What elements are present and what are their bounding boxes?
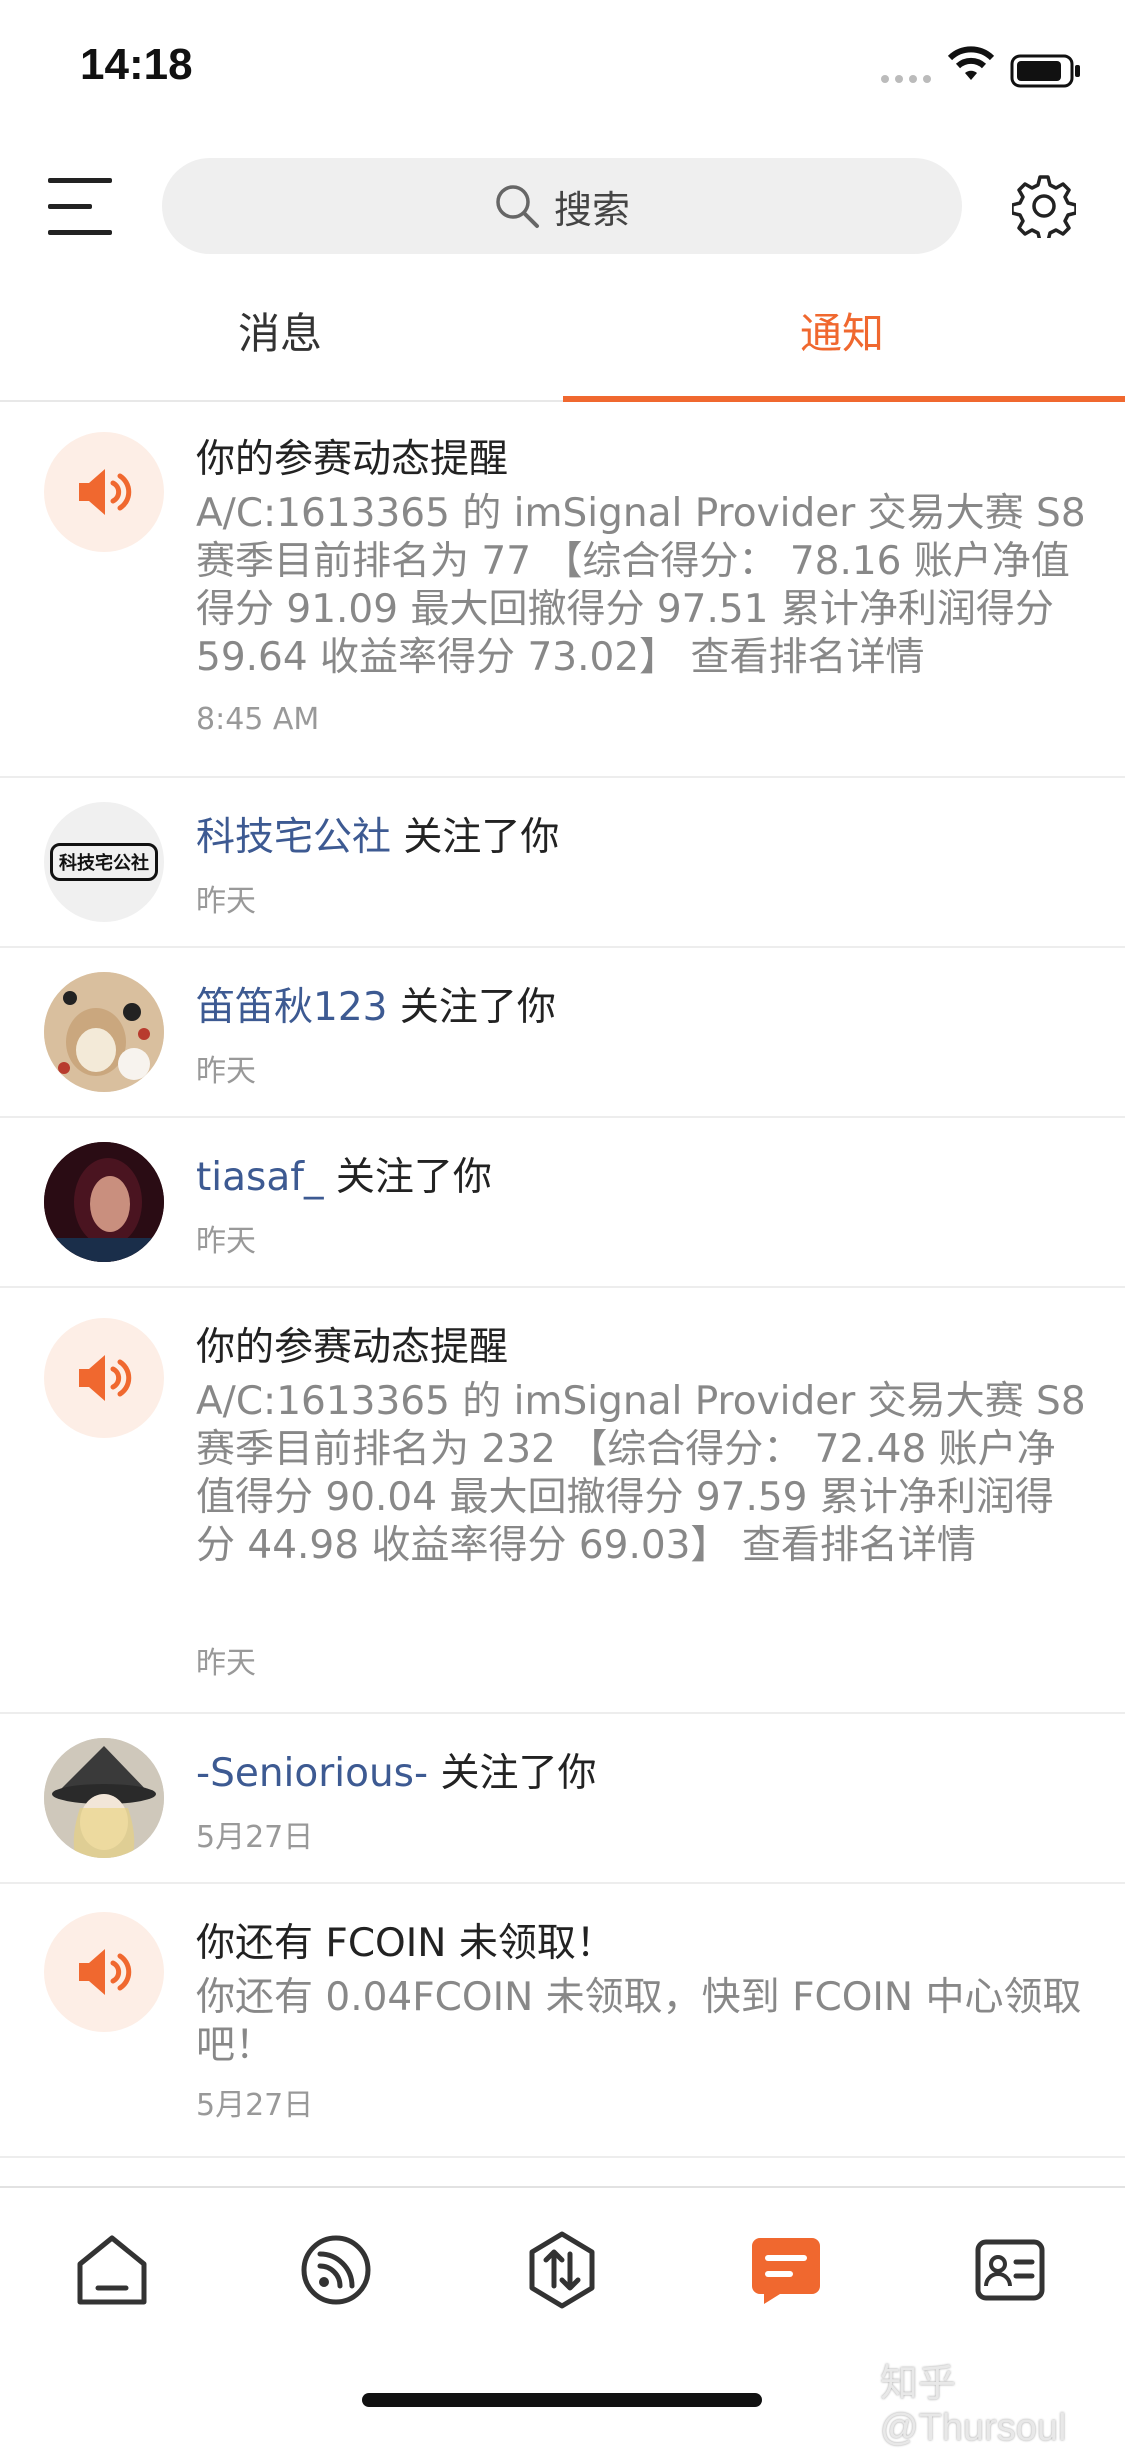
trade-icon[interactable] [522, 2230, 602, 2310]
follow-action: 关注了你 [428, 1751, 597, 1796]
search-placeholder: 搜索 [553, 187, 630, 232]
home-icon[interactable] [72, 2230, 152, 2310]
signal-icon [881, 75, 931, 83]
notification-title: 你还有 FCOIN 未领取！ [196, 1921, 615, 1966]
feed-icon[interactable] [296, 2230, 376, 2310]
avatar-image [44, 1738, 164, 1858]
notification-title: 你的参赛动态提醒 [196, 1325, 509, 1370]
notification-body: 你还有 0.04FCOIN 未领取，快到 FCOIN 中心领取吧！ [196, 1975, 1082, 2068]
notification-time: 5月27日 [196, 1820, 314, 1855]
announcement-avatar [44, 432, 164, 552]
status-time: 14:18 [80, 40, 193, 89]
notification-time: 昨天 [196, 1646, 256, 1681]
divider [0, 946, 1125, 948]
user-link[interactable]: 科技宅公社 [196, 815, 391, 860]
notification-body: A/C:1613365 的 imSignal Provider 交易大赛 S8 … [196, 1379, 1086, 1568]
speaker-icon [79, 1355, 132, 1401]
follow-text: 笛笛秋123 关注了你 [196, 976, 556, 1032]
search-input[interactable]: 搜索 [162, 158, 962, 254]
tab-messages[interactable]: 消息 [0, 300, 560, 361]
notification-time: 8:45 AM [196, 702, 320, 737]
user-link[interactable]: 笛笛秋123 [196, 985, 387, 1030]
avatar-image [44, 1142, 164, 1262]
follow-text: -Seniorious- 关注了你 [196, 1742, 596, 1798]
tab-notifications[interactable]: 通知 [562, 300, 1122, 361]
profile-card-icon[interactable] [970, 2230, 1050, 2310]
user-link[interactable]: -Seniorious- [196, 1751, 428, 1796]
menu-bar [48, 178, 112, 183]
notification-body: A/C:1613365 的 imSignal Provider 交易大赛 S8 … [196, 491, 1086, 680]
gear-icon[interactable] [1012, 174, 1076, 238]
watermark: 知乎 @Thursoul [880, 2363, 1067, 2449]
battery-icon [1010, 54, 1080, 88]
menu-bar [48, 230, 112, 235]
divider [0, 1116, 1125, 1118]
follow-text: tiasaf_ 关注了你 [196, 1146, 492, 1202]
notification-time: 昨天 [196, 884, 256, 919]
avatar-logo-text: 科技宅公社 [50, 843, 158, 881]
divider [0, 776, 1125, 778]
search-icon [496, 185, 539, 228]
divider [0, 1712, 1125, 1714]
user-link[interactable]: tiasaf_ [196, 1155, 323, 1200]
follow-action: 关注了你 [323, 1155, 492, 1200]
announcement-avatar [44, 1912, 164, 2032]
notification-title: 你的参赛动态提醒 [196, 437, 509, 482]
menu-bar [48, 204, 92, 209]
messages-icon[interactable] [746, 2230, 826, 2310]
wifi-icon [947, 46, 995, 80]
notification-time: 昨天 [196, 1054, 256, 1089]
notification-time: 5月27日 [196, 2088, 314, 2123]
follow-action: 关注了你 [387, 985, 556, 1030]
speaker-icon [79, 1949, 132, 1995]
home-indicator [362, 2393, 762, 2407]
speaker-icon [79, 469, 132, 515]
divider [0, 2156, 1125, 2158]
avatar[interactable] [44, 1738, 164, 1858]
follow-text: 科技宅公社 关注了你 [196, 806, 559, 862]
menu-button[interactable] [48, 178, 112, 236]
follow-action: 关注了你 [391, 815, 560, 860]
notification-time: 昨天 [196, 1224, 256, 1259]
tabbar-divider [0, 2186, 1125, 2188]
announcement-avatar [44, 1318, 164, 1438]
avatar[interactable]: 科技宅公社 [44, 802, 164, 922]
avatar-image [44, 972, 164, 1092]
avatar[interactable] [44, 1142, 164, 1262]
avatar[interactable] [44, 972, 164, 1092]
